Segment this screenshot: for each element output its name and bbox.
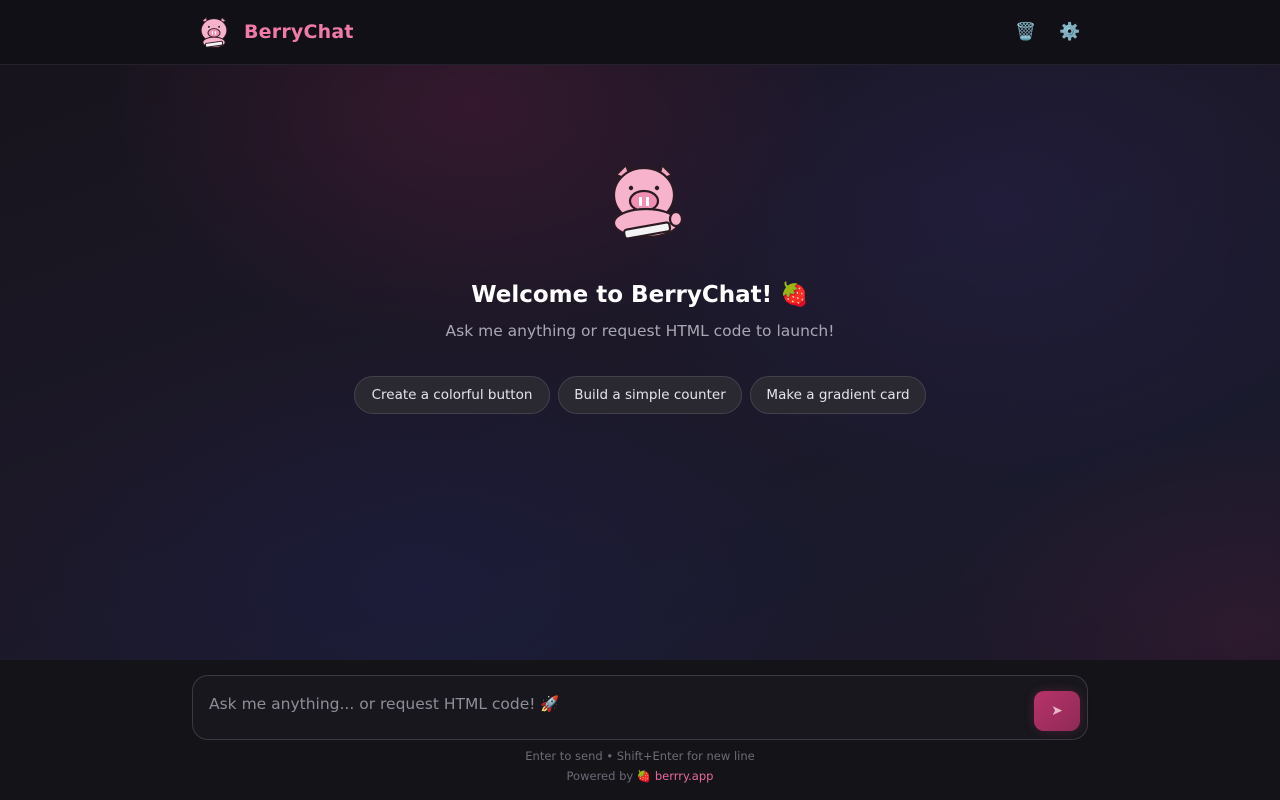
- trash-icon: 🗑️: [1015, 22, 1037, 42]
- suggestion-gradient-card[interactable]: Make a gradient card: [750, 376, 926, 414]
- keyboard-hint: Enter to send • Shift+Enter for new line: [525, 749, 755, 763]
- message-input[interactable]: [209, 688, 1009, 720]
- welcome-subtitle: Ask me anything or request HTML code to …: [445, 322, 835, 340]
- composer-area: ➤ Enter to send • Shift+Enter for new li…: [0, 660, 1280, 800]
- suggestion-simple-counter[interactable]: Build a simple counter: [558, 376, 742, 414]
- welcome-title: Welcome to BerryChat! 🍓: [471, 282, 809, 308]
- berrry-app-link[interactable]: berrry.app: [655, 769, 714, 783]
- chat-area: Welcome to BerryChat! 🍓 Ask me anything …: [0, 65, 1280, 660]
- suggestion-colorful-button[interactable]: Create a colorful button: [354, 376, 550, 414]
- send-button[interactable]: ➤: [1034, 691, 1080, 731]
- settings-button[interactable]: ⚙️: [1056, 18, 1084, 46]
- app-header: BerryChat 🗑️ ⚙️: [0, 0, 1280, 65]
- suggestion-chips: Create a colorful button Build a simple …: [354, 376, 926, 414]
- clear-chat-button[interactable]: 🗑️: [1012, 18, 1040, 46]
- powered-by: Powered by 🍓 berrry.app: [0, 769, 1280, 783]
- message-composer: ➤: [192, 675, 1088, 740]
- gear-icon: ⚙️: [1059, 22, 1081, 42]
- app-title: BerryChat: [244, 21, 354, 43]
- powered-by-label: Powered by 🍓: [566, 769, 652, 783]
- send-arrow-icon: ➤: [1051, 703, 1063, 719]
- pig-mascot-icon: [200, 16, 228, 48]
- pig-mascot-icon: [612, 163, 684, 240]
- brand: BerryChat: [196, 14, 354, 50]
